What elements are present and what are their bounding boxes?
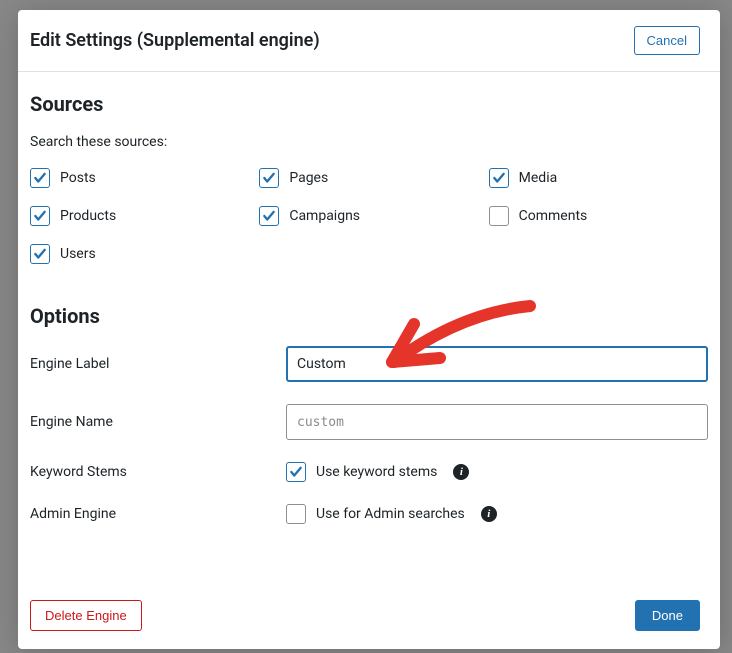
checkbox-posts[interactable] xyxy=(30,168,50,188)
source-pages: Pages xyxy=(259,168,478,188)
checkbox-label: Media xyxy=(519,170,558,186)
source-media: Media xyxy=(489,168,708,188)
checkbox-users[interactable] xyxy=(30,244,50,264)
engine-name-input[interactable] xyxy=(286,404,708,440)
admin-engine-label: Admin Engine xyxy=(30,506,286,522)
checkbox-keyword-stems[interactable] xyxy=(286,462,306,482)
done-button[interactable]: Done xyxy=(635,600,700,631)
checkbox-label: Products xyxy=(60,208,116,224)
checkbox-label: Posts xyxy=(60,170,96,186)
admin-engine-checkbox-label: Use for Admin searches xyxy=(316,506,465,522)
cancel-button[interactable]: Cancel xyxy=(634,26,700,55)
checkbox-label: Comments xyxy=(519,208,588,224)
source-users: Users xyxy=(30,244,249,264)
keyword-stems-label: Keyword Stems xyxy=(30,464,286,480)
modal-footer: Delete Engine Done xyxy=(18,588,720,649)
checkbox-pages[interactable] xyxy=(259,168,279,188)
checkbox-media[interactable] xyxy=(489,168,509,188)
modal-header: Edit Settings (Supplemental engine) Canc… xyxy=(18,10,720,72)
info-icon[interactable]: i xyxy=(481,506,497,522)
source-comments: Comments xyxy=(489,206,708,226)
checkbox-label: Campaigns xyxy=(289,208,360,224)
source-products: Products xyxy=(30,206,249,226)
checkbox-label: Users xyxy=(60,246,96,262)
checkbox-admin-engine[interactable] xyxy=(286,504,306,524)
row-keyword-stems: Keyword Stems Use keyword stems i xyxy=(30,462,708,482)
engine-label-input[interactable] xyxy=(286,346,708,382)
row-engine-name: Engine Name xyxy=(30,404,708,440)
keyword-stems-checkbox-label: Use keyword stems xyxy=(316,464,437,480)
checkbox-comments[interactable] xyxy=(489,206,509,226)
options-heading: Options xyxy=(30,304,708,328)
checkbox-campaigns[interactable] xyxy=(259,206,279,226)
modal-body: Sources Search these sources: Posts Page… xyxy=(18,72,720,588)
checkbox-label: Pages xyxy=(289,170,328,186)
row-admin-engine: Admin Engine Use for Admin searches i xyxy=(30,504,708,524)
row-engine-label: Engine Label xyxy=(30,346,708,382)
checkbox-products[interactable] xyxy=(30,206,50,226)
modal-title: Edit Settings (Supplemental engine) xyxy=(30,30,320,51)
delete-engine-button[interactable]: Delete Engine xyxy=(30,600,142,631)
engine-name-label: Engine Name xyxy=(30,414,286,430)
edit-settings-modal: Edit Settings (Supplemental engine) Canc… xyxy=(18,10,720,649)
source-posts: Posts xyxy=(30,168,249,188)
sources-subtext: Search these sources: xyxy=(30,134,708,150)
sources-heading: Sources xyxy=(30,92,708,116)
sources-grid: Posts Pages Media Products Campaigns Com… xyxy=(30,168,708,264)
info-icon[interactable]: i xyxy=(453,464,469,480)
engine-label-label: Engine Label xyxy=(30,356,286,372)
source-campaigns: Campaigns xyxy=(259,206,478,226)
